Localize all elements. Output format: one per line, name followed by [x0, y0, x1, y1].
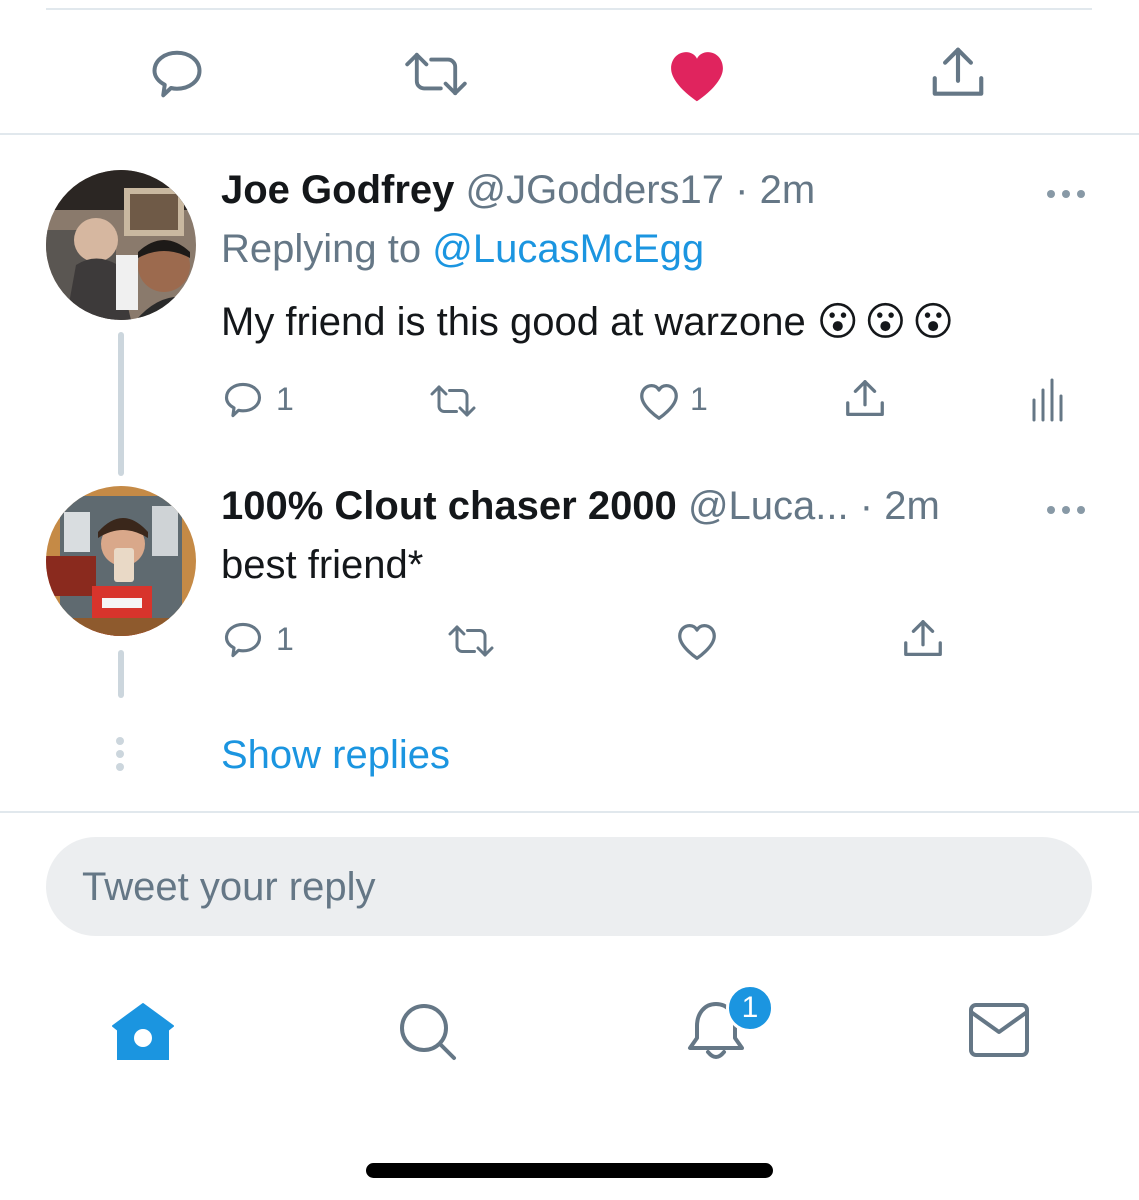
timestamp[interactable]: 2m	[884, 484, 940, 528]
display-name[interactable]: Joe Godfrey	[221, 168, 454, 212]
search-icon[interactable]	[396, 1000, 460, 1062]
tweet-body: My friend is this good at warzone	[221, 300, 806, 344]
messages-icon[interactable]	[968, 1002, 1030, 1058]
handle[interactable]: @Luca...	[688, 484, 849, 528]
reply-icon[interactable]	[221, 378, 265, 422]
analytics-icon[interactable]	[1030, 378, 1064, 422]
share-icon[interactable]	[900, 616, 946, 662]
notifications-badge: 1	[726, 984, 774, 1032]
thread-dots-icon	[116, 737, 124, 771]
more-options-button[interactable]	[1046, 502, 1086, 514]
avatar[interactable]	[46, 170, 196, 320]
tab-notifications[interactable]: 1	[680, 984, 780, 1064]
retweet-icon[interactable]	[444, 620, 498, 662]
reply-icon[interactable]	[147, 44, 207, 104]
top-divider	[46, 8, 1092, 10]
home-indicator[interactable]	[366, 1163, 773, 1178]
more-icon	[1047, 506, 1085, 514]
timestamp[interactable]: 2m	[760, 168, 816, 212]
retweet-icon[interactable]	[426, 380, 480, 422]
home-icon[interactable]	[110, 1000, 176, 1060]
handle[interactable]: @JGodders17	[466, 168, 725, 212]
like-icon-filled[interactable]	[664, 44, 730, 104]
separator: ·	[735, 168, 749, 212]
more-icon	[1047, 190, 1085, 198]
like-count: 1	[690, 381, 708, 417]
replying-to-label: Replying to	[221, 227, 422, 271]
show-replies-link[interactable]: Show replies	[221, 731, 450, 779]
display-name[interactable]: 100% Clout chaser 2000	[221, 484, 677, 528]
tweet-text: My friend is this good at warzone 😮😮😮	[221, 297, 960, 347]
like-icon[interactable]	[674, 618, 720, 662]
thread-line	[118, 650, 124, 698]
avatar[interactable]	[46, 486, 196, 636]
reply-count: 1	[276, 621, 294, 657]
reply-input-placeholder: Tweet your reply	[82, 865, 376, 909]
notifications-badge-count: 1	[741, 991, 759, 1024]
replying-to-handle[interactable]: @LucasMcEgg	[432, 227, 704, 271]
share-icon[interactable]	[842, 376, 888, 422]
emoji-group: 😮😮😮	[816, 299, 960, 345]
separator: ·	[859, 484, 874, 528]
reply-header: Joe Godfrey @JGodders17 · 2m	[221, 166, 815, 214]
more-options-button[interactable]	[1046, 186, 1086, 198]
reply-count: 1	[276, 381, 294, 417]
share-icon[interactable]	[926, 42, 990, 104]
like-icon[interactable]	[636, 378, 682, 422]
thread-bottom-divider	[0, 811, 1139, 813]
reply-icon[interactable]	[221, 618, 265, 662]
tweet-text: best friend*	[221, 543, 424, 587]
reply-header: 100% Clout chaser 2000 @Luca... · 2m	[221, 482, 940, 530]
thread-line	[118, 332, 124, 476]
retweet-icon[interactable]	[400, 44, 472, 104]
action-bar-divider	[0, 133, 1139, 135]
reply-input[interactable]: Tweet your reply	[46, 837, 1092, 936]
replying-to: Replying to @LucasMcEgg	[221, 225, 704, 273]
